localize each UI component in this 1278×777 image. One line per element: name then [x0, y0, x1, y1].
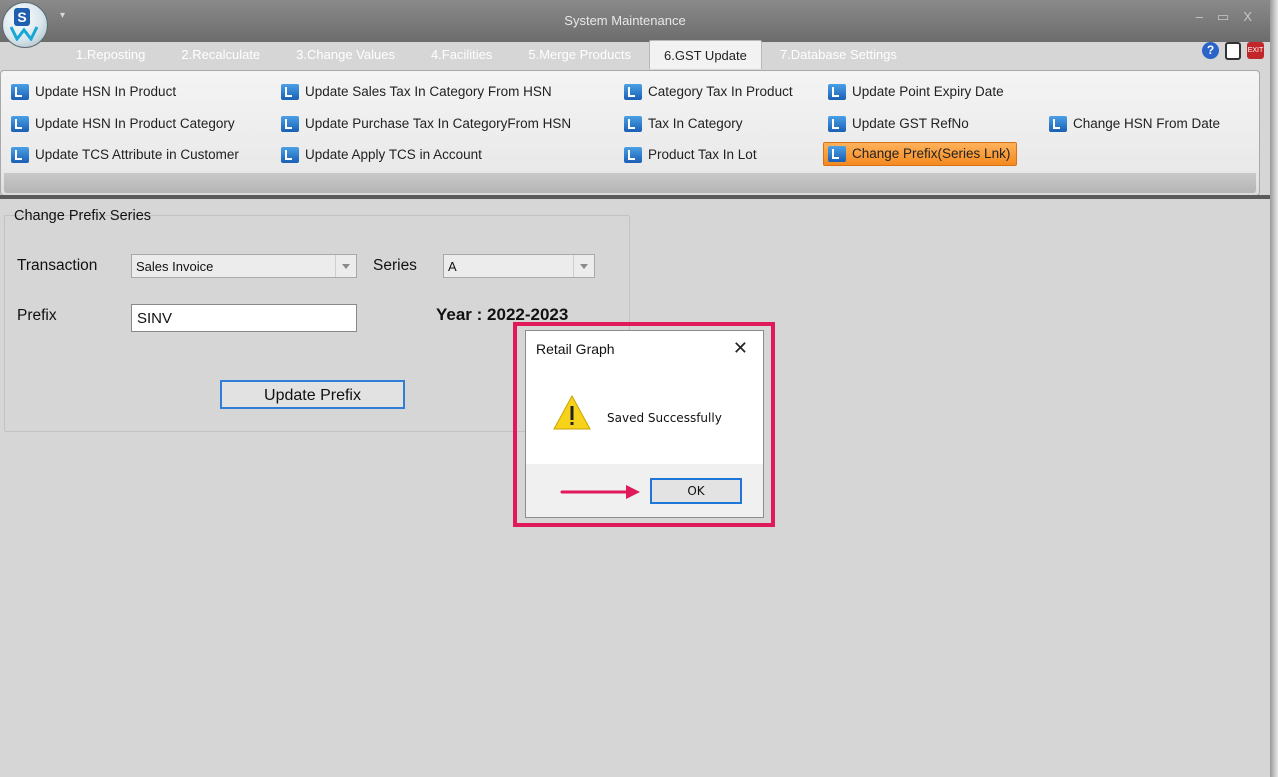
update-icon — [11, 84, 29, 100]
group-title: Change Prefix Series — [14, 208, 152, 224]
ribbon-item-label: Update Purchase Tax In CategoryFrom HSN — [305, 116, 572, 131]
close-icon[interactable]: ✕ — [733, 338, 748, 359]
ribbon-update-hsn-in-product-category[interactable]: Update HSN In Product Category — [11, 113, 235, 135]
minimize-button[interactable]: – — [1196, 9, 1203, 25]
pointer-arrow-icon — [560, 485, 640, 499]
logo-mark-icon — [9, 25, 39, 42]
dialog-title: Retail Graph — [536, 341, 615, 357]
tab-gst-update[interactable]: 6.GST Update — [648, 40, 762, 69]
ribbon-item-label: Update Apply TCS in Account — [305, 147, 482, 162]
tab-facilities[interactable]: 4.Facilities — [413, 40, 510, 68]
prefix-icon — [828, 146, 846, 162]
tax-icon — [624, 84, 642, 100]
update-icon — [281, 116, 299, 132]
app-logo[interactable]: S — [2, 2, 48, 48]
document-icon[interactable] — [1225, 42, 1241, 60]
ribbon-change-hsn-from-date[interactable]: Change HSN From Date — [1049, 113, 1220, 135]
ribbon-category-tax-in-product[interactable]: Category Tax In Product — [624, 81, 793, 103]
tab-reposting[interactable]: 1.Reposting — [58, 40, 163, 68]
window-title: System Maintenance — [564, 13, 686, 28]
ok-button[interactable]: OK — [650, 478, 742, 504]
ribbon-item-label: Update HSN In Product — [35, 84, 177, 99]
ribbon-update-apply-tcs[interactable]: Update Apply TCS in Account — [281, 144, 482, 166]
update-icon — [1049, 116, 1067, 132]
main-tabs: 1.Reposting 2.Recalculate 3.Change Value… — [58, 40, 915, 69]
window-edge — [1270, 0, 1278, 777]
ribbon-update-point-expiry[interactable]: Update Point Expiry Date — [828, 81, 1004, 103]
maximize-button[interactable]: ▭ — [1217, 9, 1229, 25]
exit-icon[interactable]: EXIT — [1247, 42, 1264, 59]
ribbon-update-sales-tax[interactable]: Update Sales Tax In Category From HSN — [281, 81, 552, 103]
ribbon-panel: Update HSN In Product Update HSN In Prod… — [0, 70, 1260, 196]
ribbon-product-tax-in-lot[interactable]: Product Tax In Lot — [624, 144, 757, 166]
transaction-value: Sales Invoice — [136, 259, 214, 274]
tab-recalculate[interactable]: 2.Recalculate — [163, 40, 278, 68]
ribbon-item-label: Update Sales Tax In Category From HSN — [305, 84, 552, 99]
tab-change-values[interactable]: 3.Change Values — [278, 40, 413, 68]
update-icon — [828, 84, 846, 100]
ribbon-footer — [4, 173, 1256, 193]
dialog-message: Saved Successfully — [607, 411, 722, 425]
ribbon-update-gst-refno[interactable]: Update GST RefNo — [828, 113, 969, 135]
ribbon-update-purchase-tax[interactable]: Update Purchase Tax In CategoryFrom HSN — [281, 113, 571, 135]
ribbon-item-label: Tax In Category — [648, 116, 743, 131]
transaction-select[interactable]: Sales Invoice — [131, 254, 357, 278]
ribbon-item-label: Update Point Expiry Date — [852, 84, 1004, 99]
transaction-label: Transaction — [17, 257, 98, 274]
ribbon-item-label: Product Tax In Lot — [648, 147, 757, 162]
ribbon-change-prefix-series[interactable]: Change Prefix(Series Lnk) — [823, 142, 1018, 166]
series-value: A — [448, 259, 457, 274]
update-icon — [11, 116, 29, 132]
ribbon-item-label: Change Prefix(Series Lnk) — [852, 146, 1011, 161]
chevron-down-icon[interactable] — [573, 255, 594, 277]
ribbon-item-label: Change HSN From Date — [1073, 116, 1221, 131]
close-window-button[interactable]: X — [1243, 9, 1252, 25]
series-label: Series — [373, 257, 417, 274]
ribbon-tax-in-category[interactable]: Tax In Category — [624, 113, 743, 135]
update-icon — [281, 147, 299, 163]
ribbon-item-label: Update TCS Attribute in Customer — [35, 147, 239, 162]
series-select[interactable]: A — [443, 254, 595, 278]
help-icon[interactable]: ? — [1202, 42, 1219, 59]
ribbon-item-label: Update HSN In Product Category — [35, 116, 235, 131]
tab-database-settings[interactable]: 7.Database Settings — [762, 40, 915, 68]
prefix-input[interactable]: SINV — [131, 304, 357, 332]
ribbon-item-label: Update GST RefNo — [852, 116, 969, 131]
ribbon-divider — [0, 195, 1270, 199]
tax-icon — [624, 116, 642, 132]
update-icon — [828, 116, 846, 132]
warning-icon — [553, 394, 591, 430]
chevron-down-icon[interactable] — [335, 255, 356, 277]
title-bar: ▾ System Maintenance – ▭ X — [0, 0, 1270, 42]
tax-icon — [624, 147, 642, 163]
top-right-icons: ? EXIT — [1202, 42, 1264, 60]
ribbon-update-hsn-in-product[interactable]: Update HSN In Product — [11, 81, 176, 103]
update-prefix-button[interactable]: Update Prefix — [220, 380, 405, 409]
update-icon — [11, 147, 29, 163]
window-controls: – ▭ X — [1196, 9, 1252, 25]
prefix-label: Prefix — [17, 307, 57, 324]
logo-letter: S — [14, 8, 30, 26]
tab-merge-products[interactable]: 5.Merge Products — [510, 40, 649, 68]
ribbon-item-label: Category Tax In Product — [648, 84, 793, 99]
ribbon-update-tcs-attribute[interactable]: Update TCS Attribute in Customer — [11, 144, 239, 166]
update-icon — [281, 84, 299, 100]
